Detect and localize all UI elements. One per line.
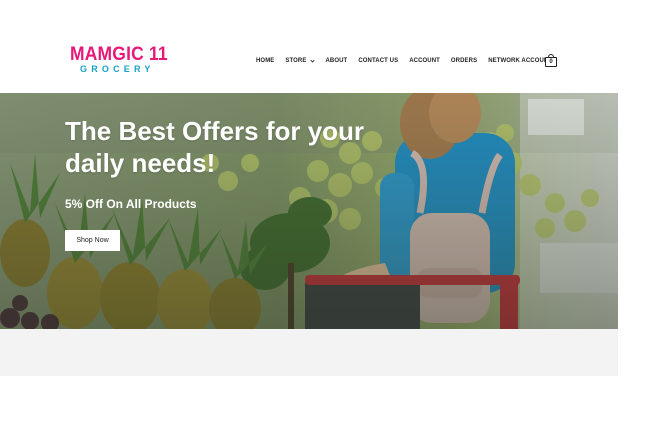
cart-button[interactable]: 0 [545, 54, 557, 67]
hero-title: The Best Offers for your daily needs! [65, 116, 365, 178]
page: MAMGIC 11 GROCERY Home Store About Conta… [0, 0, 661, 429]
nav-item-store[interactable]: Store [285, 57, 316, 64]
logo-sub-text: GROCERY [80, 64, 155, 74]
nav-item-account[interactable]: Account [409, 58, 440, 64]
nav-item-orders[interactable]: Orders [451, 58, 477, 64]
content-band [0, 329, 618, 376]
nav-item-about[interactable]: About [325, 58, 347, 64]
nav-label: Contact Us [358, 58, 399, 64]
chevron-down-icon [310, 57, 316, 63]
site-header: MAMGIC 11 GROCERY Home Store About Conta… [0, 0, 618, 93]
nav-item-contact-us[interactable]: Contact Us [358, 58, 398, 64]
cart-count: 0 [549, 59, 553, 65]
hero-banner: The Best Offers for your daily needs! 5%… [0, 93, 618, 329]
nav-label: Orders [450, 58, 478, 64]
nav-label: Network Account [488, 58, 553, 64]
nav-item-network-account[interactable]: Network Account [488, 58, 552, 64]
shop-now-button[interactable]: Shop Now [65, 230, 120, 251]
hero-subtitle: 5% Off On All Products [65, 197, 197, 211]
nav-label: Store [285, 58, 307, 64]
site-logo[interactable]: MAMGIC 11 GROCERY [70, 44, 168, 75]
logo-main-text: MAMGIC 11 [70, 44, 168, 65]
nav-label: About [325, 58, 348, 64]
nav-item-home[interactable]: Home [256, 58, 274, 64]
nav-label: Home [256, 58, 275, 64]
main-nav: Home Store About Contact Us Account Orde… [256, 56, 563, 66]
nav-label: Account [409, 58, 440, 64]
